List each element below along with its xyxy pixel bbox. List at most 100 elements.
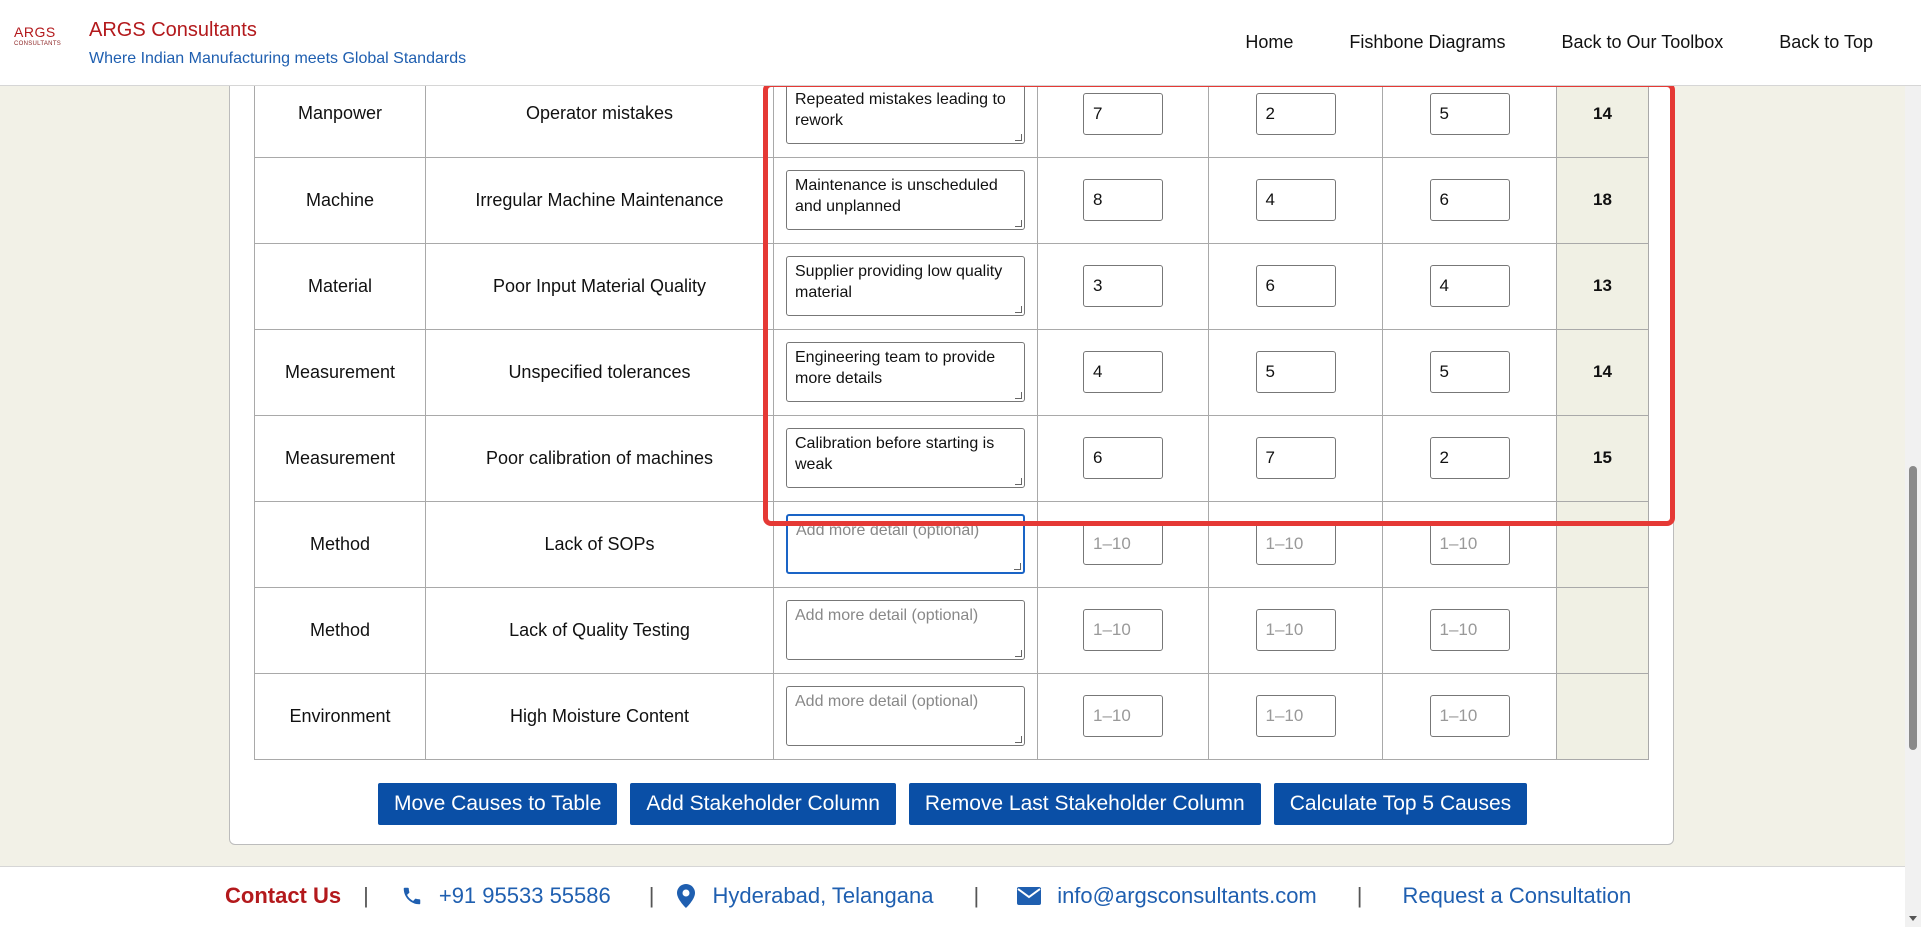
- page-scrollbar[interactable]: [1905, 0, 1921, 927]
- stakeholder-score-input[interactable]: 1–10: [1255, 523, 1336, 565]
- footer-separator: |: [973, 883, 980, 908]
- detail-textarea[interactable]: Maintenance is unscheduled and unplanned: [786, 170, 1025, 230]
- stakeholder-score-input[interactable]: 7: [1255, 437, 1336, 479]
- table-row: Measurement Unspecified tolerances Enginee…: [254, 328, 1649, 416]
- cause-cell: Poor calibration of machines: [425, 414, 774, 502]
- stakeholder-score-input[interactable]: 1–10: [1429, 523, 1510, 565]
- stakeholder-score-input[interactable]: 1–10: [1429, 695, 1510, 737]
- scroll-down-arrow-icon[interactable]: [1909, 916, 1917, 921]
- footer-location[interactable]: Hyderabad, Telangana: [676, 883, 933, 909]
- stakeholder-score-cell: 8: [1037, 156, 1209, 244]
- cause-cell: Lack of SOPs: [425, 500, 774, 588]
- detail-cell: Supplier providing low quality material: [773, 242, 1038, 330]
- add-stakeholder-column-button[interactable]: Add Stakeholder Column: [630, 783, 896, 825]
- stakeholder-score-input[interactable]: 4: [1083, 351, 1163, 393]
- contact-us-label: Contact Us: [225, 883, 342, 908]
- table-row: Environment High Moisture Content Add more…: [254, 672, 1649, 760]
- total-score-cell: [1556, 586, 1649, 674]
- footer-email[interactable]: info@argsconsultants.com: [1017, 883, 1317, 909]
- stakeholder-score-cell: 1–10: [1208, 672, 1383, 760]
- stakeholder-score-input[interactable]: 5: [1429, 351, 1510, 393]
- footer-separator: |: [363, 883, 369, 908]
- category-cell: Measurement: [254, 328, 426, 416]
- brand-tagline: Where Indian Manufacturing meets Global …: [89, 50, 467, 67]
- stakeholder-score-cell: 1–10: [1382, 672, 1557, 760]
- site-header: ARGS CONSULTANTS ARGS Consultants Where …: [0, 0, 1921, 86]
- table-row: Method Lack of Quality Testing Add more de…: [254, 586, 1649, 674]
- detail-textarea[interactable]: Add more detail (optional): [786, 514, 1025, 574]
- email-address: info@argsconsultants.com: [1057, 883, 1317, 908]
- detail-textarea[interactable]: Add more detail (optional): [786, 600, 1025, 660]
- total-score-cell: 14: [1556, 328, 1649, 416]
- stakeholder-score-cell: 1–10: [1382, 586, 1557, 674]
- total-score-cell: [1556, 500, 1649, 588]
- envelope-icon: [1017, 887, 1042, 905]
- total-score-cell: [1556, 672, 1649, 760]
- stakeholder-score-input[interactable]: 1–10: [1255, 695, 1336, 737]
- stakeholder-score-input[interactable]: 8: [1083, 179, 1163, 221]
- detail-cell: Add more detail (optional): [773, 586, 1038, 674]
- logo-text: ARGS: [14, 24, 56, 40]
- detail-textarea[interactable]: Add more detail (optional): [786, 686, 1025, 746]
- move-causes-button[interactable]: Move Causes to Table: [378, 783, 618, 825]
- nav-home[interactable]: Home: [1245, 30, 1293, 54]
- category-cell: Environment: [254, 672, 426, 760]
- detail-textarea[interactable]: Calibration before starting is weak: [786, 428, 1025, 488]
- footer-phone[interactable]: +91 95533 55586: [401, 883, 611, 909]
- stakeholder-score-input[interactable]: 2: [1429, 437, 1510, 479]
- stakeholder-score-input[interactable]: 5: [1429, 92, 1510, 135]
- calculate-top-causes-button[interactable]: Calculate Top 5 Causes: [1273, 783, 1528, 825]
- total-score-cell: 18: [1556, 156, 1649, 244]
- stakeholder-score-input[interactable]: 1–10: [1083, 609, 1163, 651]
- cause-cell: Poor Input Material Quality: [425, 242, 774, 330]
- detail-textarea[interactable]: Supplier providing low quality material: [786, 256, 1025, 316]
- stakeholder-score-input[interactable]: 1–10: [1255, 609, 1336, 651]
- phone-number: +91 95533 55586: [438, 883, 611, 908]
- cause-cell: Irregular Machine Maintenance: [425, 156, 774, 244]
- stakeholder-score-cell: 4: [1208, 156, 1383, 244]
- action-buttons: Move Causes to Table Add Stakeholder Col…: [378, 783, 1528, 825]
- stakeholder-score-input[interactable]: 5: [1255, 351, 1336, 393]
- args-logo[interactable]: ARGS CONSULTANTS: [14, 24, 66, 52]
- request-consultation-link[interactable]: Request a Consultation: [1402, 883, 1631, 909]
- stakeholder-score-cell: 3: [1037, 242, 1209, 330]
- stakeholder-score-input[interactable]: 1–10: [1429, 609, 1510, 651]
- brand-block: ARGS Consultants Where Indian Manufactur…: [89, 18, 466, 70]
- nav-back-to-toolbox[interactable]: Back to Our Toolbox: [1562, 30, 1724, 54]
- main-nav: Home Fishbone Diagrams Back to Our Toolb…: [1245, 30, 1873, 54]
- category-cell: Machine: [254, 156, 426, 244]
- stakeholder-score-input[interactable]: 6: [1083, 437, 1163, 479]
- cause-cell: High Moisture Content: [425, 672, 774, 760]
- total-score-cell: 13: [1556, 242, 1649, 330]
- category-cell: Method: [254, 500, 426, 588]
- stakeholder-score-input[interactable]: 7: [1083, 92, 1163, 135]
- brand-name: ARGS Consultants: [89, 19, 257, 41]
- detail-cell: Add more detail (optional): [773, 500, 1038, 588]
- detail-textarea[interactable]: Repeated mistakes leading to rework: [786, 83, 1025, 144]
- location-text: Hyderabad, Telangana: [712, 883, 934, 908]
- stakeholder-score-input[interactable]: 1–10: [1083, 523, 1163, 565]
- stakeholder-score-cell: 1–10: [1208, 586, 1383, 674]
- detail-cell: Add more detail (optional): [773, 672, 1038, 760]
- detail-cell: Engineering team to provide more details: [773, 328, 1038, 416]
- scrollbar-thumb[interactable]: [1909, 466, 1917, 750]
- stakeholder-score-cell: 4: [1382, 242, 1557, 330]
- stakeholder-score-input[interactable]: 6: [1429, 179, 1510, 221]
- stakeholder-score-cell: 1–10: [1037, 586, 1209, 674]
- stakeholder-score-input[interactable]: 3: [1083, 265, 1163, 307]
- stakeholder-score-cell: 5: [1382, 328, 1557, 416]
- detail-cell: Maintenance is unscheduled and unplanned: [773, 156, 1038, 244]
- stakeholder-score-input[interactable]: 1–10: [1083, 695, 1163, 737]
- stakeholder-score-input[interactable]: 4: [1429, 265, 1510, 307]
- site-footer: Contact Us | +91 95533 55586 | Hyderabad…: [0, 866, 1905, 927]
- detail-textarea[interactable]: Engineering team to provide more details: [786, 342, 1025, 402]
- stakeholder-score-cell: 1–10: [1037, 672, 1209, 760]
- stakeholder-score-input[interactable]: 6: [1255, 265, 1336, 307]
- stakeholder-score-cell: 6: [1037, 414, 1209, 502]
- total-score-cell: 15: [1556, 414, 1649, 502]
- remove-stakeholder-column-button[interactable]: Remove Last Stakeholder Column: [908, 783, 1261, 825]
- stakeholder-score-input[interactable]: 2: [1255, 92, 1336, 135]
- stakeholder-score-input[interactable]: 4: [1255, 179, 1336, 221]
- nav-back-to-top[interactable]: Back to Top: [1779, 30, 1873, 54]
- nav-fishbone-diagrams[interactable]: Fishbone Diagrams: [1349, 30, 1505, 54]
